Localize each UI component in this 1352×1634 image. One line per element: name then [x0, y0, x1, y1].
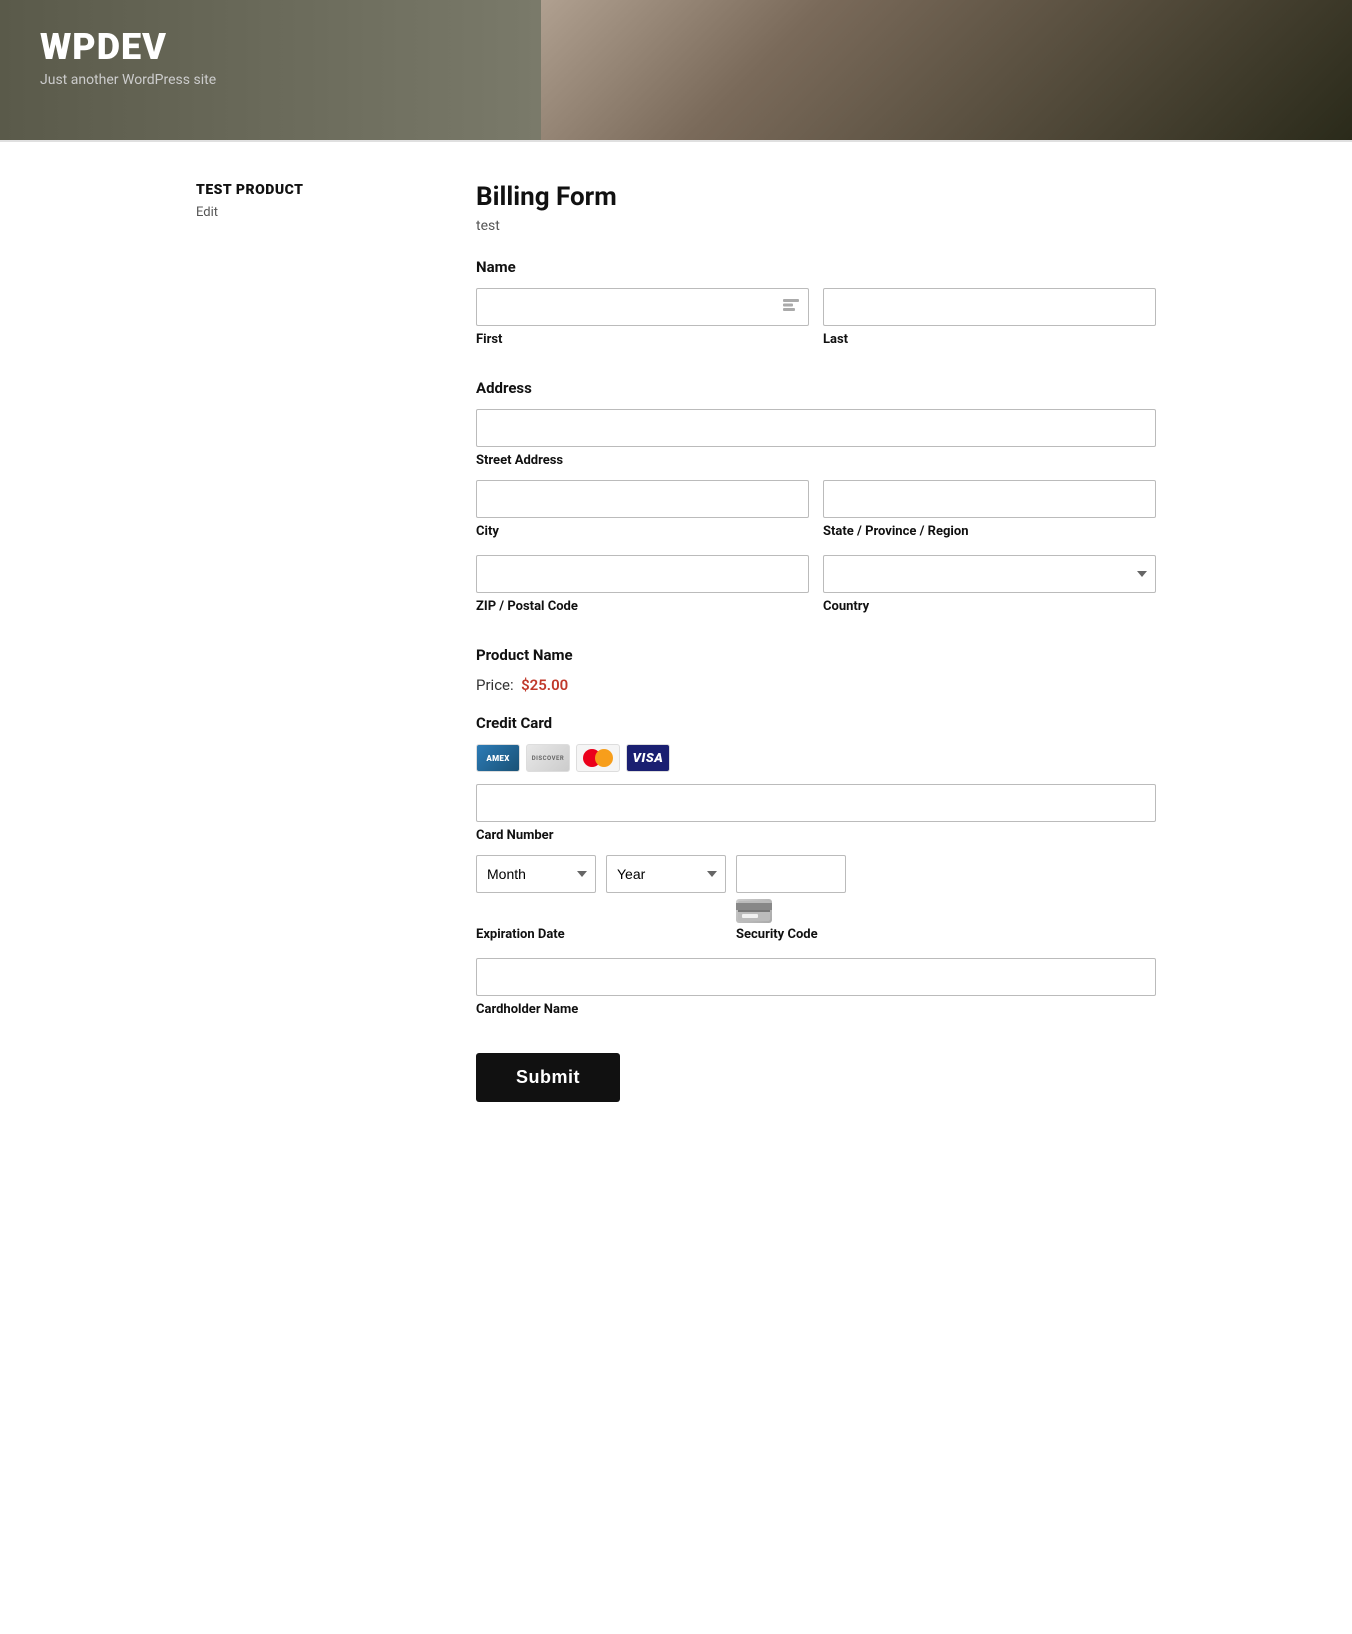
year-select[interactable]: Year 2024 2025 2026 2027 2028 2029 2030 [606, 855, 726, 893]
city-group: City [476, 480, 809, 539]
card-number-group: Card Number [476, 784, 1156, 843]
visa-icon: VISA [626, 744, 670, 772]
site-header: WPDEV Just another WordPress site [0, 0, 1352, 140]
state-input[interactable] [823, 480, 1156, 518]
submit-button[interactable]: Submit [476, 1053, 620, 1102]
card-number-label: Card Number [476, 828, 1156, 843]
country-label: Country [823, 599, 1156, 614]
month-select[interactable]: Month 01 02 03 04 05 06 07 08 09 10 11 1… [476, 855, 596, 893]
header-background [541, 0, 1352, 140]
state-group: State / Province / Region [823, 480, 1156, 539]
form-subtitle: test [476, 218, 1156, 234]
product-section: Product Name Price: $25.00 [476, 646, 1156, 694]
product-edit-link[interactable]: Edit [196, 205, 218, 220]
city-input[interactable] [476, 480, 809, 518]
site-title: WPDEV [40, 28, 216, 68]
form-column: Billing Form test Name First Last Addres… [476, 182, 1156, 1102]
first-name-group: First [476, 288, 809, 347]
last-name-label: Last [823, 332, 1156, 347]
main-content: TEST PRODUCT Edit Billing Form test Name… [176, 142, 1176, 1142]
name-section-label: Name [476, 258, 1156, 276]
price-value: $25.00 [521, 676, 568, 694]
last-name-group: Last [823, 288, 1156, 347]
mastercard-icon [576, 744, 620, 772]
year-group: Year 2024 2025 2026 2027 2028 2029 2030 [606, 855, 726, 893]
month-group: Month 01 02 03 04 05 06 07 08 09 10 11 1… [476, 855, 596, 893]
first-name-input-wrapper [476, 288, 809, 326]
state-label: State / Province / Region [823, 524, 1156, 539]
city-state-row: City State / Province / Region [476, 480, 1156, 551]
left-column: TEST PRODUCT Edit [196, 182, 416, 1102]
security-code-input[interactable] [736, 855, 846, 893]
product-name-section-label: Product Name [476, 646, 1156, 664]
cardholder-name-label: Cardholder Name [476, 1002, 1156, 1017]
street-address-input[interactable] [476, 409, 1156, 447]
security-input-wrapper [736, 855, 846, 923]
header-content: WPDEV Just another WordPress site [40, 28, 216, 88]
expiry-security-labels: Expiration Date Security Code [476, 927, 1156, 942]
security-card-icon [736, 899, 772, 923]
zip-input[interactable] [476, 555, 809, 593]
street-address-group: Street Address [476, 409, 1156, 468]
security-code-label: Security Code [736, 927, 846, 942]
form-title: Billing Form [476, 182, 1156, 212]
country-select[interactable] [823, 555, 1156, 593]
cardholder-name-input[interactable] [476, 958, 1156, 996]
price-label: Price: [476, 676, 514, 694]
cardholder-name-group: Cardholder Name [476, 958, 1156, 1017]
credit-card-section-label: Credit Card [476, 714, 1156, 732]
last-name-input[interactable] [823, 288, 1156, 326]
expiration-date-label: Expiration Date [476, 927, 596, 942]
name-autofill-icon [783, 299, 799, 315]
city-label: City [476, 524, 809, 539]
zip-label: ZIP / Postal Code [476, 599, 809, 614]
name-row: First Last [476, 288, 1156, 359]
zip-country-row: ZIP / Postal Code Country [476, 555, 1156, 626]
discover-icon: DISCOVER [526, 744, 570, 772]
first-name-input[interactable] [476, 288, 809, 326]
street-address-label: Street Address [476, 453, 1156, 468]
expiry-security-row: Month 01 02 03 04 05 06 07 08 09 10 11 1… [476, 855, 1156, 923]
address-section-label: Address [476, 379, 1156, 397]
amex-icon: AMEX [476, 744, 520, 772]
country-group: Country [823, 555, 1156, 614]
site-tagline: Just another WordPress site [40, 72, 216, 88]
zip-group: ZIP / Postal Code [476, 555, 809, 614]
card-number-input[interactable] [476, 784, 1156, 822]
product-title: TEST PRODUCT [196, 182, 416, 198]
first-name-label: First [476, 332, 809, 347]
spacer [606, 927, 726, 942]
security-group [736, 855, 846, 923]
card-icons-row: AMEX DISCOVER VISA [476, 744, 1156, 772]
price-row: Price: $25.00 [476, 676, 1156, 694]
